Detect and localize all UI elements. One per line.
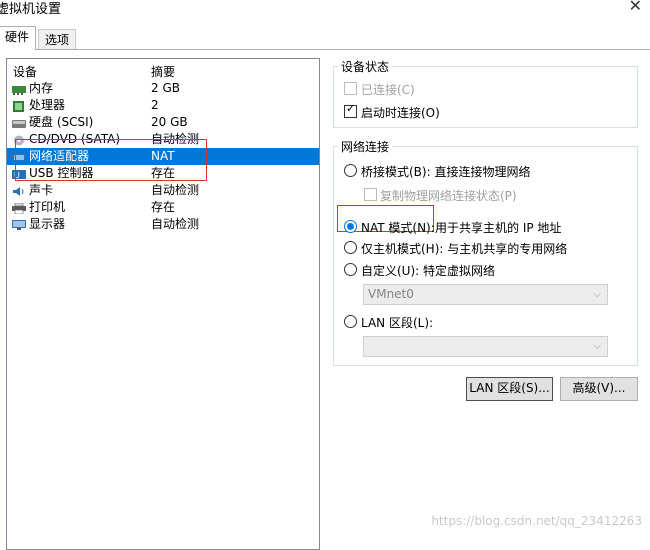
host-only-radio[interactable] — [344, 241, 357, 254]
device-summary: 2 — [151, 98, 159, 112]
close-icon[interactable]: ✕ — [629, 0, 642, 15]
device-row-display[interactable]: 显示器 自动检测 — [7, 216, 319, 233]
device-status-legend: 设备状态 — [338, 58, 393, 75]
bridged-label: 桥接模式(B): 直接连接物理网络 — [361, 165, 531, 179]
connected-label: 已连接(C) — [361, 83, 415, 97]
bridged-radio[interactable] — [344, 164, 357, 177]
device-list[interactable]: 设备 摘要 内存 2 GB 处理器 2 硬盘 (SCSI) 20 GB CD/D… — [6, 58, 320, 550]
device-summary: 20 GB — [151, 115, 188, 129]
tab-options[interactable]: 选项 — [38, 29, 77, 49]
device-row-sound-card[interactable]: 声卡 自动检测 — [7, 182, 319, 199]
replicate-state-label: 复制物理网络连接状态(P) — [380, 189, 517, 203]
checkmark-icon: ✓ — [346, 102, 356, 115]
connect-on-start-label: 启动时连接(O) — [361, 106, 440, 120]
host-only-label: 仅主机模式(H): 与主机共享的专用网络 — [361, 242, 568, 256]
device-status-group: 设备状态 已连接(C) ✓ 启动时连接(O) — [333, 58, 638, 128]
watermark: https://blog.csdn.net/qq_23412263 — [431, 514, 642, 528]
device-row-printer[interactable]: 打印机 存在 — [7, 199, 319, 216]
sound-card-icon — [12, 185, 26, 196]
device-summary: 自动检测 — [151, 217, 200, 231]
nat-radio[interactable] — [344, 220, 357, 233]
device-name: 处理器 — [29, 98, 66, 112]
custom-radio[interactable] — [344, 263, 357, 276]
device-summary: 2 GB — [151, 81, 180, 95]
connect-on-start-checkbox[interactable]: ✓ — [344, 102, 357, 118]
chevron-down-icon: ⌵ — [593, 289, 601, 300]
device-name: 内存 — [29, 81, 54, 95]
connected-checkbox[interactable] — [344, 82, 357, 95]
advanced-button[interactable]: 高级(V)... — [560, 377, 638, 401]
annotation-highlight-box — [15, 139, 207, 181]
device-name: 硬盘 (SCSI) — [29, 115, 94, 129]
tab-hardware[interactable]: 硬件 — [0, 26, 37, 50]
printer-icon — [12, 202, 26, 215]
harddisk-icon — [12, 117, 26, 128]
device-row-processor[interactable]: 处理器 2 — [7, 97, 319, 114]
custom-network-value: VMnet0 — [368, 287, 414, 301]
network-connection-group: 网络连接 桥接模式(B): 直接连接物理网络 复制物理网络连接状态(P) NAT… — [333, 138, 638, 366]
lan-segment-select[interactable]: ⌵ — [363, 336, 608, 357]
processor-icon — [12, 100, 26, 112]
tab-bar: 硬件 选项 — [0, 26, 650, 50]
lan-segment-label: LAN 区段(L): — [361, 316, 434, 330]
device-name: 打印机 — [29, 200, 66, 214]
device-row-memory[interactable]: 内存 2 GB — [7, 80, 319, 97]
custom-label: 自定义(U): 特定虚拟网络 — [361, 264, 496, 278]
display-icon — [12, 219, 26, 230]
network-connection-legend: 网络连接 — [338, 138, 393, 155]
lan-segments-button[interactable]: LAN 区段(S)... — [466, 377, 553, 401]
device-summary: 存在 — [151, 200, 176, 214]
device-summary: 自动检测 — [151, 183, 200, 197]
lan-segment-radio[interactable] — [344, 315, 357, 328]
replicate-state-checkbox[interactable] — [364, 188, 377, 201]
memory-icon — [12, 83, 26, 95]
chevron-down-icon: ⌵ — [593, 341, 601, 352]
device-row-harddisk[interactable]: 硬盘 (SCSI) 20 GB — [7, 114, 319, 131]
window-title: 虚拟机设置 — [0, 2, 62, 17]
device-name: 显示器 — [29, 217, 66, 231]
custom-network-select[interactable]: VMnet0 ⌵ — [363, 284, 608, 305]
column-header-device: 设备 — [13, 65, 38, 79]
device-name: 声卡 — [29, 183, 54, 197]
nat-label: NAT 模式(N): — [361, 221, 435, 235]
nat-description: 用于共享主机的 IP 地址 — [435, 221, 562, 235]
column-header-summary: 摘要 — [151, 65, 176, 79]
